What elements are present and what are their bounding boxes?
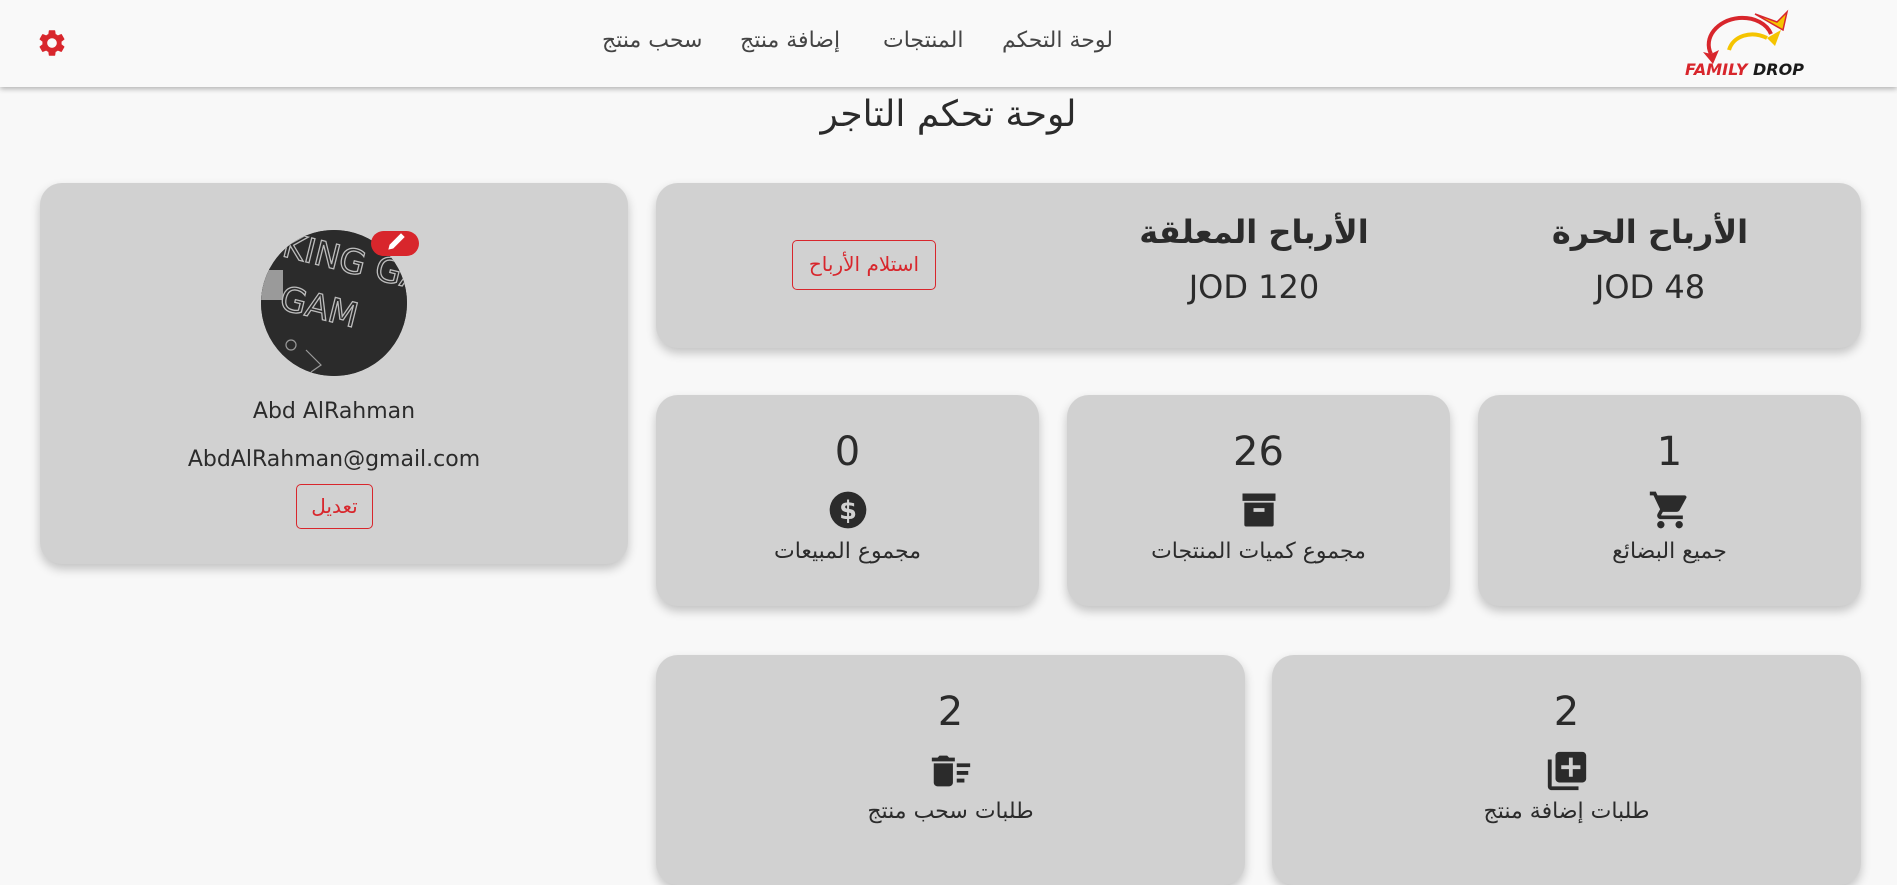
add-box-icon <box>1547 751 1586 791</box>
free-earnings-value: JOD 48 <box>1594 268 1706 306</box>
nav-add-product[interactable]: إضافة منتج <box>740 28 840 53</box>
stat-label: طلبات إضافة منتج <box>1483 799 1650 824</box>
stat-label: مجموع المبيعات <box>773 539 922 564</box>
profile-name: Abd AlRahman <box>252 399 416 424</box>
stat-card-withdraw-requests[interactable]: 2 طلبات سحب منتج <box>656 655 1245 885</box>
stat-card-all-goods[interactable]: 1 جميع البضائع <box>1478 395 1861 606</box>
stat-value: 2 <box>937 689 964 735</box>
free-earnings-title: الأرباح الحرة <box>1551 213 1749 251</box>
stat-value: 0 <box>834 429 861 475</box>
stat-label: جميع البضائع <box>1612 539 1727 564</box>
stat-card-add-requests[interactable]: 2 طلبات إضافة منتج <box>1272 655 1861 885</box>
stat-value: 26 <box>1233 429 1284 475</box>
archive-icon <box>1242 493 1275 527</box>
pencil-icon <box>388 233 405 250</box>
pending-earnings-value: JOD 120 <box>1188 268 1320 306</box>
stat-label: طلبات سحب منتج <box>867 799 1034 824</box>
nav-products[interactable]: المنتجات <box>883 28 963 53</box>
stat-value: 1 <box>1656 429 1683 475</box>
edit-profile-button[interactable]: تعديل <box>296 484 373 529</box>
logo-text: FAMILY DROP <box>1685 60 1804 79</box>
page-title: لوحة تحكم التاجر <box>820 94 1077 135</box>
cart-icon <box>1649 491 1687 529</box>
nav-dashboard[interactable]: لوحة التحكم <box>1002 28 1113 53</box>
profile-email: AbdAlRahman@gmail.com <box>187 447 481 472</box>
stat-value: 2 <box>1553 689 1580 735</box>
stat-card-product-quantities[interactable]: 26 مجموع كميات المنتجات <box>1067 395 1450 606</box>
stat-label: مجموع كميات المنتجات <box>1151 539 1366 564</box>
pending-earnings-title: الأرباح المعلقة <box>1139 213 1369 251</box>
delete-sweep-icon <box>931 755 970 787</box>
stat-card-total-sales[interactable]: 0 $ مجموع المبيعات <box>656 395 1039 606</box>
top-navbar: سحب منتج إضافة منتج المنتجات لوحة التحكم… <box>0 0 1897 87</box>
withdraw-earnings-button[interactable]: استلام الأرباح <box>792 240 936 290</box>
edit-avatar-button[interactable] <box>371 231 419 256</box>
svg-text:$: $ <box>839 496 857 526</box>
main-nav: سحب منتج إضافة منتج المنتجات لوحة التحكم <box>0 0 1897 87</box>
dollar-icon: $ <box>829 491 866 529</box>
nav-withdraw-product[interactable]: سحب منتج <box>602 28 703 53</box>
